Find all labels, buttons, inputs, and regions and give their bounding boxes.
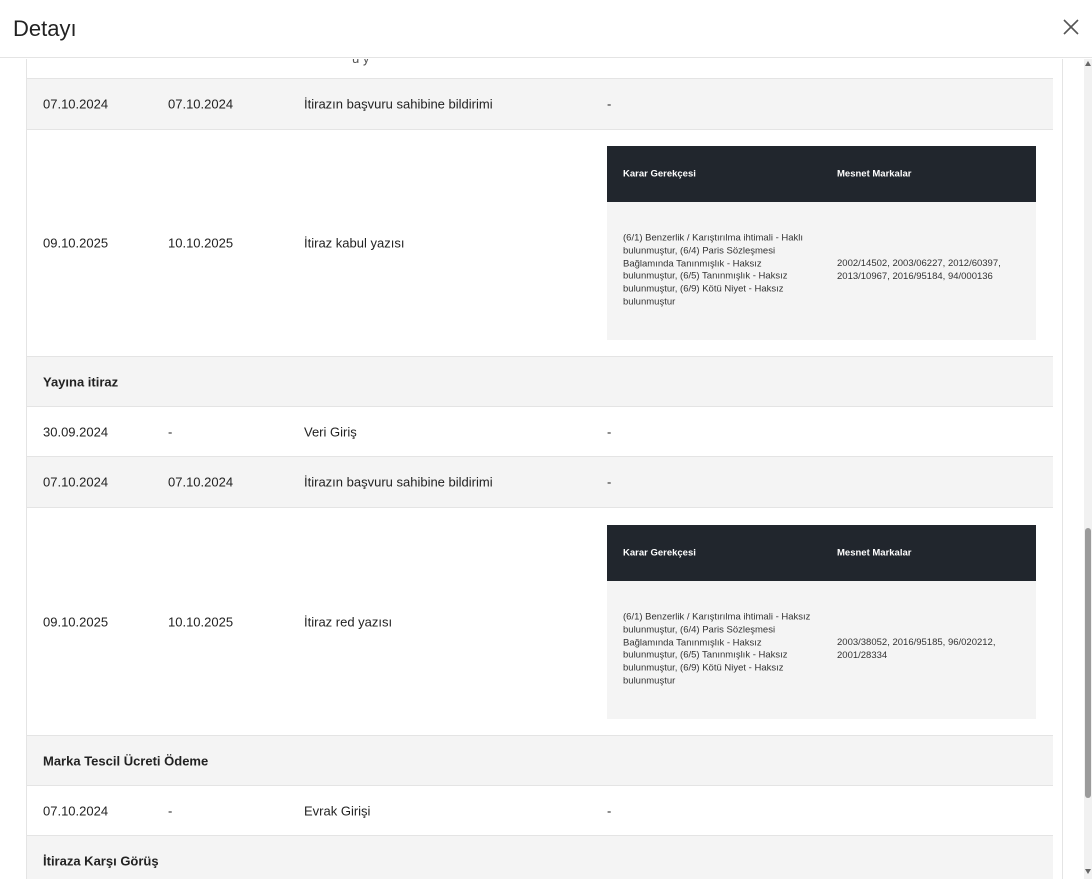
date-cell: 07.10.2024 — [168, 474, 234, 490]
table-row: 07.10.2024 - Evrak Girişi - — [27, 786, 1053, 836]
dialog-title: Detayı — [13, 16, 77, 41]
action-cell: İtirazın başvuru sahibine bildirimi — [304, 474, 493, 490]
date-cell: 09.10.2025 — [43, 235, 109, 251]
table-row: 30.09.2024 - Veri Giriş - — [27, 407, 1053, 457]
date-cell: 09.10.2025 — [43, 614, 109, 629]
table-row: 09.10.2025 10.10.2025 İtiraz kabul yazıs… — [27, 130, 1053, 357]
supporting-marks: 2002/14502, 2003/06227, 2012/60397, 2013… — [837, 258, 1001, 282]
date-cell: - — [168, 803, 173, 818]
decision-table-body: (6/1) Benzerlik / Karıştırılma ihtimali … — [607, 202, 1036, 340]
dialog-header: Detayı — [0, 0, 1092, 58]
supporting-marks: 2003/38052, 2016/95185, 96/020212, 2001/… — [837, 637, 996, 661]
table-row: ü y — [27, 59, 1053, 79]
section-header: Yayına itiraz — [27, 357, 1053, 407]
section-title: Yayına itiraz — [43, 374, 119, 389]
column-header: Mesnet Markalar — [837, 547, 912, 559]
column-header: Karar Gerekçesi — [623, 168, 696, 180]
date-cell: 10.10.2025 — [168, 614, 234, 629]
decision-reason: (6/1) Benzerlik / Karıştırılma ihtimali … — [623, 232, 804, 308]
section-header: İtiraza Karşı Görüş — [27, 836, 1053, 879]
table-row: 07.10.2024 07.10.2024 İtirazın başvuru s… — [27, 79, 1053, 130]
date-cell: 07.10.2024 — [43, 96, 109, 112]
date-cell: 30.09.2024 — [43, 424, 109, 439]
section-header: Marka Tescil Ücreti Ödeme — [27, 736, 1053, 786]
date-cell: - — [168, 424, 173, 439]
decision-table: Karar Gerekçesi Mesnet Markalar (6/1) Be… — [607, 525, 1036, 719]
detail-cell: - — [607, 96, 612, 112]
date-cell: 10.10.2025 — [168, 235, 234, 251]
action-cell: Evrak Girişi — [304, 803, 371, 818]
detail-cell: - — [607, 803, 612, 818]
close-icon[interactable] — [1060, 16, 1082, 38]
action-cell: İtiraz kabul yazısı — [304, 235, 405, 251]
scroll-down-arrow-icon[interactable] — [1085, 869, 1091, 874]
section-title: İtiraza Karşı Görüş — [43, 853, 159, 869]
table-row: 09.10.2025 10.10.2025 İtiraz red yazısı … — [27, 508, 1053, 736]
column-header: Karar Gerekçesi — [623, 547, 696, 559]
partial-text: ü y — [352, 59, 369, 66]
decision-reason: (6/1) Benzerlik / Karıştırılma ihtimali … — [623, 611, 811, 687]
scroll-up-arrow-icon[interactable] — [1085, 61, 1091, 66]
decision-table-header: Karar Gerekçesi Mesnet Markalar — [607, 146, 1036, 202]
action-cell: Veri Giriş — [304, 424, 357, 439]
column-header: Mesnet Markalar — [837, 168, 912, 180]
date-cell: 07.10.2024 — [43, 803, 109, 818]
section-title: Marka Tescil Ücreti Ödeme — [43, 753, 209, 768]
decision-table-header: Karar Gerekçesi Mesnet Markalar — [607, 525, 1036, 581]
action-cell: İtirazın başvuru sahibine bildirimi — [304, 96, 493, 112]
scrollbar-thumb[interactable] — [1085, 528, 1091, 798]
date-cell: 07.10.2024 — [43, 474, 109, 490]
decision-table: Karar Gerekçesi Mesnet Markalar (6/1) Be… — [607, 146, 1036, 340]
table-row: 07.10.2024 07.10.2024 İtirazın başvuru s… — [27, 457, 1053, 508]
detail-cell: - — [607, 474, 612, 490]
dialog-content[interactable]: ü y 07.10.2024 07.10.2024 İtirazın başvu… — [0, 59, 1084, 879]
decision-table-body: (6/1) Benzerlik / Karıştırılma ihtimali … — [607, 581, 1036, 719]
date-cell: 07.10.2024 — [168, 96, 234, 112]
detail-cell: - — [607, 424, 612, 439]
history-panel: ü y 07.10.2024 07.10.2024 İtirazın başvu… — [26, 59, 1063, 879]
action-cell: İtiraz red yazısı — [304, 614, 393, 629]
